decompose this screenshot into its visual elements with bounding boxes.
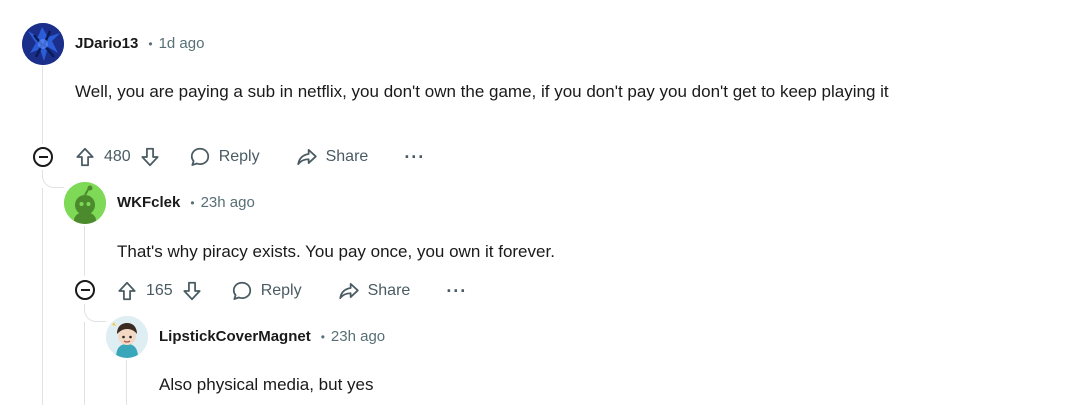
collapse-minus-icon [38, 156, 48, 158]
collapse-minus-icon [80, 289, 90, 291]
more-options-icon: ··· [404, 146, 426, 167]
share-label: Share [367, 282, 411, 299]
comment-bubble-icon [232, 281, 251, 300]
downvote-button[interactable] [139, 146, 161, 168]
share-button[interactable]: Share [338, 280, 411, 302]
separator-dot: • [148, 36, 153, 51]
downvote-button[interactable] [181, 280, 203, 302]
avatar-image [64, 182, 106, 224]
thread-connector-2 [84, 304, 106, 322]
comment-meta: WKFclek • 23h ago [117, 194, 255, 211]
downvote-icon [183, 281, 201, 301]
collapse-button[interactable] [33, 147, 53, 167]
collapse-button[interactable] [75, 280, 95, 300]
avatar[interactable] [22, 23, 64, 65]
upvote-button[interactable] [116, 280, 138, 302]
separator-dot: • [320, 329, 325, 344]
comment-meta: JDario13 • 1d ago [75, 35, 204, 52]
avatar[interactable] [64, 182, 106, 224]
comment-thread: JDario13 • 1d ago Well, you are paying a… [0, 0, 1080, 405]
comment-actions: 165 Reply Share ··· [116, 277, 467, 305]
vote-count: 165 [146, 282, 173, 299]
share-label: Share [325, 148, 369, 165]
reply-label: Reply [218, 148, 260, 165]
comment-bubble-icon [190, 147, 209, 166]
more-options-button[interactable]: ··· [404, 147, 425, 168]
share-arrow-icon [338, 282, 359, 300]
thread-line-level-2[interactable] [84, 226, 85, 276]
timestamp[interactable]: 23h ago [201, 194, 255, 211]
comment-meta: LipstickCoverMagnet • 23h ago [159, 328, 385, 345]
timestamp[interactable]: 1d ago [159, 35, 205, 52]
comment-actions: 480 Reply Share ··· [74, 143, 425, 171]
comment-body: Well, you are paying a sub in netflix, y… [75, 82, 889, 101]
share-arrow-icon [296, 148, 317, 166]
comment-body: That's why piracy exists. You pay once, … [117, 242, 555, 261]
upvote-icon [76, 147, 94, 167]
reply-button[interactable]: Reply [189, 146, 260, 168]
reply-label: Reply [260, 282, 302, 299]
upvote-icon [118, 281, 136, 301]
avatar[interactable] [106, 316, 148, 358]
upvote-button[interactable] [74, 146, 96, 168]
more-options-icon: ··· [446, 280, 468, 301]
share-button[interactable]: Share [296, 146, 369, 168]
separator-dot: • [190, 195, 195, 210]
timestamp[interactable]: 23h ago [331, 328, 385, 345]
reply-button[interactable]: Reply [231, 280, 302, 302]
downvote-icon [141, 147, 159, 167]
username[interactable]: WKFclek [117, 194, 180, 211]
avatar-image [106, 316, 148, 358]
thread-line-level-1-lower[interactable] [42, 188, 43, 405]
more-options-button[interactable]: ··· [446, 281, 467, 302]
username[interactable]: JDario13 [75, 35, 138, 52]
username[interactable]: LipstickCoverMagnet [159, 328, 311, 345]
thread-line-level-2-lower[interactable] [84, 322, 85, 405]
thread-line-level-3[interactable] [126, 360, 127, 405]
avatar-image [22, 23, 64, 65]
thread-connector-1 [42, 170, 64, 188]
vote-count: 480 [104, 148, 131, 165]
thread-line-level-1[interactable] [42, 66, 43, 144]
comment-body: Also physical media, but yes [159, 375, 374, 394]
